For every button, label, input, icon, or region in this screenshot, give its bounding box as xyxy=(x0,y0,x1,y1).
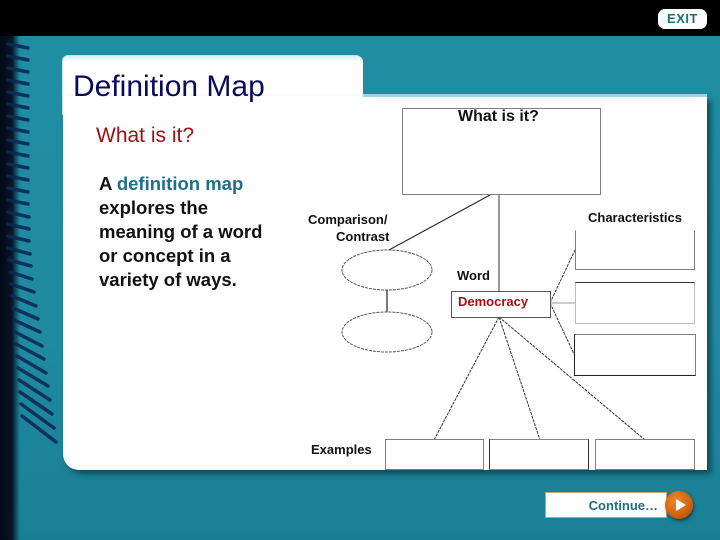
play-icon[interactable] xyxy=(665,491,693,519)
characteristic-box-1 xyxy=(575,230,695,270)
continue-button[interactable]: Continue… xyxy=(545,492,667,518)
comparison-label: Comparison/ xyxy=(308,212,388,227)
what-is-it-label: What is it? xyxy=(458,108,539,125)
spiral-binding-icon xyxy=(6,42,58,444)
description-highlight: definition map xyxy=(116,173,244,194)
characteristic-box-3 xyxy=(574,334,696,376)
word-value: Democracy xyxy=(458,294,529,309)
continue-label: Continue… xyxy=(588,498,658,513)
example-box-1 xyxy=(385,439,484,470)
example-box-2 xyxy=(489,439,589,470)
characteristic-box-2 xyxy=(575,282,695,324)
page-title: Definition Map xyxy=(73,70,265,103)
contrast-label: Contrast xyxy=(336,229,390,244)
word-label: Word xyxy=(457,268,490,283)
card-edge xyxy=(363,94,707,97)
example-box-3 xyxy=(595,439,695,470)
top-bar xyxy=(0,0,720,36)
examples-label: Examples xyxy=(311,442,372,457)
exit-button[interactable]: EXIT xyxy=(658,9,707,29)
description-text: A definition map explores the meaning of… xyxy=(99,172,269,292)
characteristics-label: Characteristics xyxy=(588,210,682,225)
description-prefix: A xyxy=(99,173,117,194)
section-heading: What is it? xyxy=(96,124,195,147)
description-suffix: explores the meaning of a word or concep… xyxy=(99,197,263,290)
